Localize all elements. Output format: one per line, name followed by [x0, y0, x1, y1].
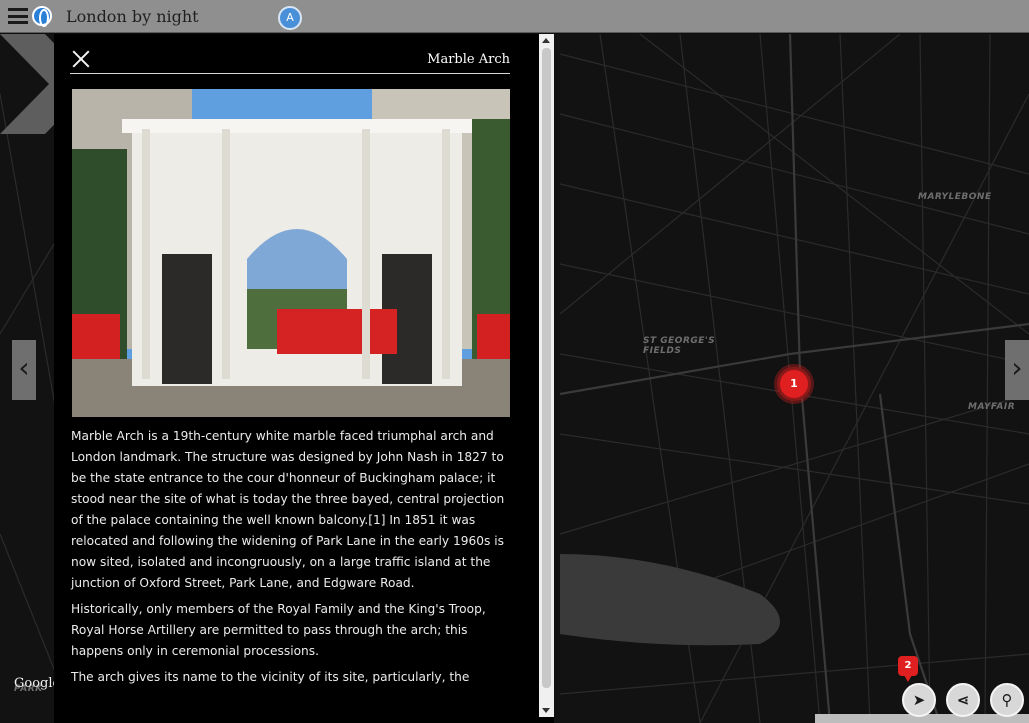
landmark-photo — [72, 89, 510, 417]
locate-arrow-icon: ➤ — [912, 691, 926, 709]
description-paragraph-3: The arch gives its name to the vicinity … — [71, 670, 470, 684]
map-marker-1[interactable]: 1 — [777, 367, 811, 401]
share-icon: ⋖ — [956, 691, 970, 709]
info-panel: Marble Arch Marble Arch is a 19th-centur… — [54, 34, 554, 723]
panel-header: Marble Arch — [70, 44, 510, 74]
app-title: London by night — [66, 6, 199, 26]
search-icon: ⚲ — [1001, 691, 1013, 709]
previous-button[interactable]: ‹ — [12, 340, 36, 400]
map-marker-2[interactable]: 2 — [898, 656, 918, 682]
district-st-georges-fields: ST GEORGE'S FIELDS — [643, 336, 716, 356]
next-button[interactable]: › — [1005, 340, 1029, 400]
top-bar: London by night A — [0, 0, 1029, 33]
district-mayfair: MAYFAIR — [968, 402, 1016, 412]
description-text: Marble Arch is a 19th-century white marb… — [71, 426, 511, 693]
scroll-up-icon[interactable] — [542, 38, 550, 43]
panel-title: Marble Arch — [427, 52, 510, 67]
district-marylebone: MARYLEBONE — [918, 192, 992, 202]
scroll-thumb[interactable] — [542, 48, 551, 688]
locate-button[interactable]: ➤ — [902, 683, 936, 717]
panel-scrollbar[interactable] — [539, 34, 554, 717]
description-paragraph-1: Marble Arch is a 19th-century white marb… — [71, 429, 505, 590]
close-icon[interactable] — [70, 48, 92, 70]
globe-icon — [32, 6, 52, 27]
compass-icon[interactable]: A — [278, 6, 302, 30]
share-button[interactable]: ⋖ — [946, 683, 980, 717]
description-paragraph-2: Historically, only members of the Royal … — [71, 602, 486, 658]
scroll-down-icon[interactable] — [542, 708, 550, 713]
menu-icon[interactable] — [8, 8, 28, 24]
search-button[interactable]: ⚲ — [990, 683, 1024, 717]
